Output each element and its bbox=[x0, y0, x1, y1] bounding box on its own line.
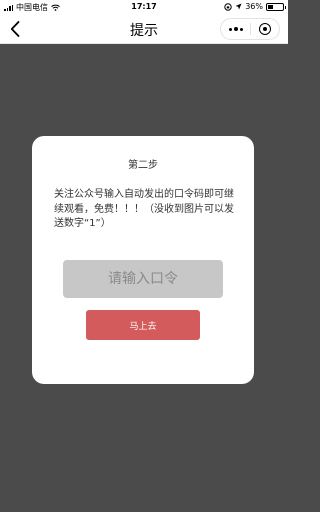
more-dot-icon bbox=[239, 27, 243, 31]
navigation-bar: 提示 bbox=[0, 14, 288, 44]
status-bar: 中国电信 17:17 36% bbox=[0, 0, 288, 14]
battery-icon bbox=[266, 2, 286, 11]
battery-fill bbox=[268, 4, 274, 9]
battery-percent: 36% bbox=[245, 2, 263, 11]
close-miniprogram-button[interactable] bbox=[251, 19, 279, 39]
capsule-menu bbox=[220, 18, 280, 40]
more-dot-icon bbox=[228, 27, 232, 31]
more-dot-icon bbox=[233, 27, 238, 31]
step-title: 第二步 bbox=[128, 160, 158, 171]
more-button[interactable] bbox=[221, 19, 250, 39]
rotation-lock-icon bbox=[224, 2, 232, 11]
instruction-message: 关注公众号输入自动发出的口令码即可继续观看，免费！！！（没收到图片可以发送数字“… bbox=[54, 189, 234, 229]
status-right: 36% bbox=[224, 2, 286, 11]
location-arrow-icon bbox=[235, 3, 242, 10]
go-button[interactable]: 马上去 bbox=[86, 310, 200, 340]
target-circle-icon bbox=[258, 23, 271, 35]
code-dialog: 第二步 关注公众号输入自动发出的口令码即可继续观看，免费！！！（没收到图片可以发… bbox=[32, 136, 254, 384]
code-input[interactable] bbox=[63, 260, 223, 298]
